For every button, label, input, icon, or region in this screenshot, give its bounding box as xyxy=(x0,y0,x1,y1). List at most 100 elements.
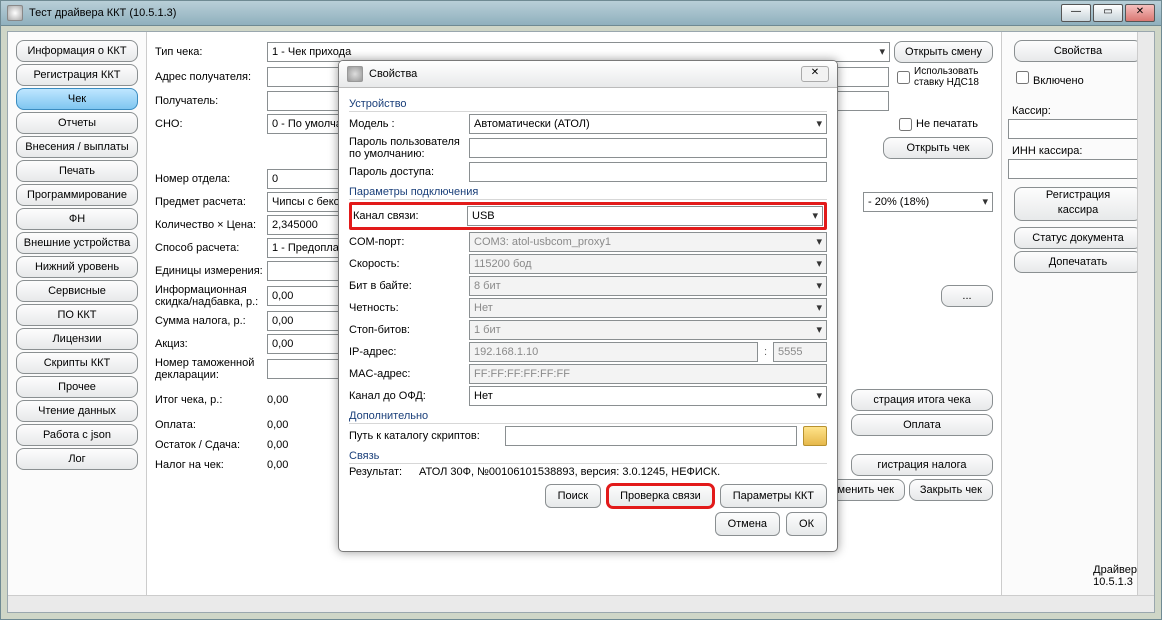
sidebar: Информация о ККТ Регистрация ККТ Чек Отч… xyxy=(8,32,147,612)
taxsum-label: Сумма налога, р.: xyxy=(155,315,263,327)
total-label: Итог чека, р.: xyxy=(155,394,263,406)
sidebar-item-other[interactable]: Прочее xyxy=(16,376,138,398)
recipient-addr-label: Адрес получателя: xyxy=(155,71,263,83)
unit-label: Единицы измерения: xyxy=(155,265,263,277)
parity-select: Нет xyxy=(469,298,827,318)
excise-label: Акциз: xyxy=(155,338,263,350)
right-panel: Свойства Включено Кассир: ИНН кассира: Р… xyxy=(1001,32,1154,612)
properties-dialog: Свойства ✕ Устройство Модель : Автоматич… xyxy=(338,60,838,552)
sidebar-item-external[interactable]: Внешние устройства xyxy=(16,232,138,254)
payment-button[interactable]: Оплата xyxy=(851,414,993,436)
kkt-params-button[interactable]: Параметры ККТ xyxy=(720,484,827,508)
sidebar-item-software[interactable]: ПО ККТ xyxy=(16,304,138,326)
payment-label: Оплата: xyxy=(155,419,263,431)
sidebar-item-read[interactable]: Чтение данных xyxy=(16,400,138,422)
sno-label: СНО: xyxy=(155,118,263,130)
properties-button[interactable]: Свойства xyxy=(1014,40,1142,62)
use-vat18-checkbox[interactable] xyxy=(897,71,910,84)
com-select: COM3: atol-usbcom_proxy1 xyxy=(469,232,827,252)
model-select[interactable]: Автоматически (АТОЛ) xyxy=(469,114,827,134)
dialog-title: Свойства xyxy=(369,68,801,80)
sidebar-item-log[interactable]: Лог xyxy=(16,448,138,470)
userpw-field[interactable] xyxy=(469,138,827,158)
browse-folder-icon[interactable] xyxy=(803,426,827,446)
sidebar-item-programming[interactable]: Программирование xyxy=(16,184,138,206)
mac-field: FF:FF:FF:FF:FF:FF xyxy=(469,364,827,384)
window-title: Тест драйвера ККТ (10.5.1.3) xyxy=(29,7,1061,19)
horizontal-scrollbar[interactable] xyxy=(8,595,1154,612)
subject-label: Предмет расчета: xyxy=(155,196,263,208)
reg-cashier-button[interactable]: Регистрация кассира xyxy=(1014,187,1142,221)
bits-label: Бит в байте: xyxy=(349,280,463,292)
ofd-select[interactable]: Нет xyxy=(469,386,827,406)
channel-label: Канал связи: xyxy=(353,210,461,222)
ok-button[interactable]: ОК xyxy=(786,512,827,536)
sidebar-item-licenses[interactable]: Лицензии xyxy=(16,328,138,350)
dept-label: Номер отдела: xyxy=(155,173,263,185)
driver-version: 10.5.1.3 xyxy=(1093,576,1133,588)
sidebar-item-print[interactable]: Печать xyxy=(16,160,138,182)
mac-label: MAC-адрес: xyxy=(349,368,463,380)
userpw-label: Пароль пользователя по умолчанию: xyxy=(349,136,463,160)
titlebar: Тест драйвера ККТ (10.5.1.3) — ▭ ✕ xyxy=(1,1,1161,26)
inn-field[interactable] xyxy=(1008,159,1148,179)
group-link: Связь xyxy=(349,450,827,464)
parity-label: Четность: xyxy=(349,302,463,314)
recipient-label: Получатель: xyxy=(155,95,263,107)
cashier-field[interactable] xyxy=(1008,119,1148,139)
channel-select[interactable]: USB xyxy=(467,206,823,226)
payment-value: 0,00 xyxy=(267,419,288,431)
app-icon xyxy=(7,5,23,21)
stop-select: 1 бит xyxy=(469,320,827,340)
cashier-label: Кассир: xyxy=(1012,105,1144,117)
taxcheck-label: Налог на чек: xyxy=(155,459,263,471)
qtyprice-label: Количество × Цена: xyxy=(155,219,263,231)
close-button[interactable]: ✕ xyxy=(1125,4,1155,22)
ip-field: 192.168.1.10 xyxy=(469,342,758,362)
channel-highlight: Канал связи: USB xyxy=(349,202,827,230)
accesspw-field[interactable] xyxy=(469,162,827,182)
doc-status-button[interactable]: Статус документа xyxy=(1014,227,1142,249)
sidebar-item-service[interactable]: Сервисные xyxy=(16,280,138,302)
inn-label: ИНН кассира: xyxy=(1012,145,1144,157)
sidebar-item-scripts[interactable]: Скрипты ККТ xyxy=(16,352,138,374)
check-type-select[interactable]: 1 - Чек прихода xyxy=(267,42,890,62)
rest-label: Остаток / Сдача: xyxy=(155,439,263,451)
vat-rate-select[interactable]: - 20% (18%) xyxy=(863,192,993,212)
search-button[interactable]: Поиск xyxy=(545,484,601,508)
cancel-button[interactable]: Отмена xyxy=(715,512,780,536)
ip-label: IP-адрес: xyxy=(349,346,463,358)
sidebar-item-json[interactable]: Работа с json xyxy=(16,424,138,446)
group-device: Устройство xyxy=(349,98,827,112)
taxcheck-value: 0,00 xyxy=(267,459,288,471)
com-label: COM-порт: xyxy=(349,236,463,248)
scripts-field[interactable] xyxy=(505,426,797,446)
sidebar-item-deposits[interactable]: Внесения / выплаты xyxy=(16,136,138,158)
check-connection-button[interactable]: Проверка связи xyxy=(607,484,714,508)
sidebar-item-registration[interactable]: Регистрация ККТ xyxy=(16,64,138,86)
stop-label: Стоп-битов: xyxy=(349,324,463,336)
reg-tax-button[interactable]: гистрация налога xyxy=(851,454,993,476)
enabled-checkbox[interactable] xyxy=(1016,71,1029,84)
sidebar-item-reports[interactable]: Отчеты xyxy=(16,112,138,134)
sidebar-item-info[interactable]: Информация о ККТ xyxy=(16,40,138,62)
no-print-checkbox[interactable] xyxy=(899,118,912,131)
check-type-label: Тип чека: xyxy=(155,46,263,58)
result-label: Результат: xyxy=(349,466,413,478)
vertical-scrollbar[interactable] xyxy=(1137,32,1154,596)
close-check-button[interactable]: Закрыть чек xyxy=(909,479,993,501)
sidebar-item-fn[interactable]: ФН xyxy=(16,208,138,230)
ip-port-field: 5555 xyxy=(773,342,827,362)
ellipsis-button-1[interactable]: ... xyxy=(941,285,993,307)
dialog-close-button[interactable]: ✕ xyxy=(801,66,829,82)
group-extra: Дополнительно xyxy=(349,410,827,424)
minimize-button[interactable]: — xyxy=(1061,4,1091,22)
sidebar-item-lowlevel[interactable]: Нижний уровень xyxy=(16,256,138,278)
open-check-button[interactable]: Открыть чек xyxy=(883,137,993,159)
driver-label: Драйвер: xyxy=(1093,564,1140,576)
reprint-button[interactable]: Допечатать xyxy=(1014,251,1142,273)
maximize-button[interactable]: ▭ xyxy=(1093,4,1123,22)
sidebar-item-check[interactable]: Чек xyxy=(16,88,138,110)
open-shift-button[interactable]: Открыть смену xyxy=(894,41,993,63)
reg-total-button[interactable]: страция итога чека xyxy=(851,389,993,411)
